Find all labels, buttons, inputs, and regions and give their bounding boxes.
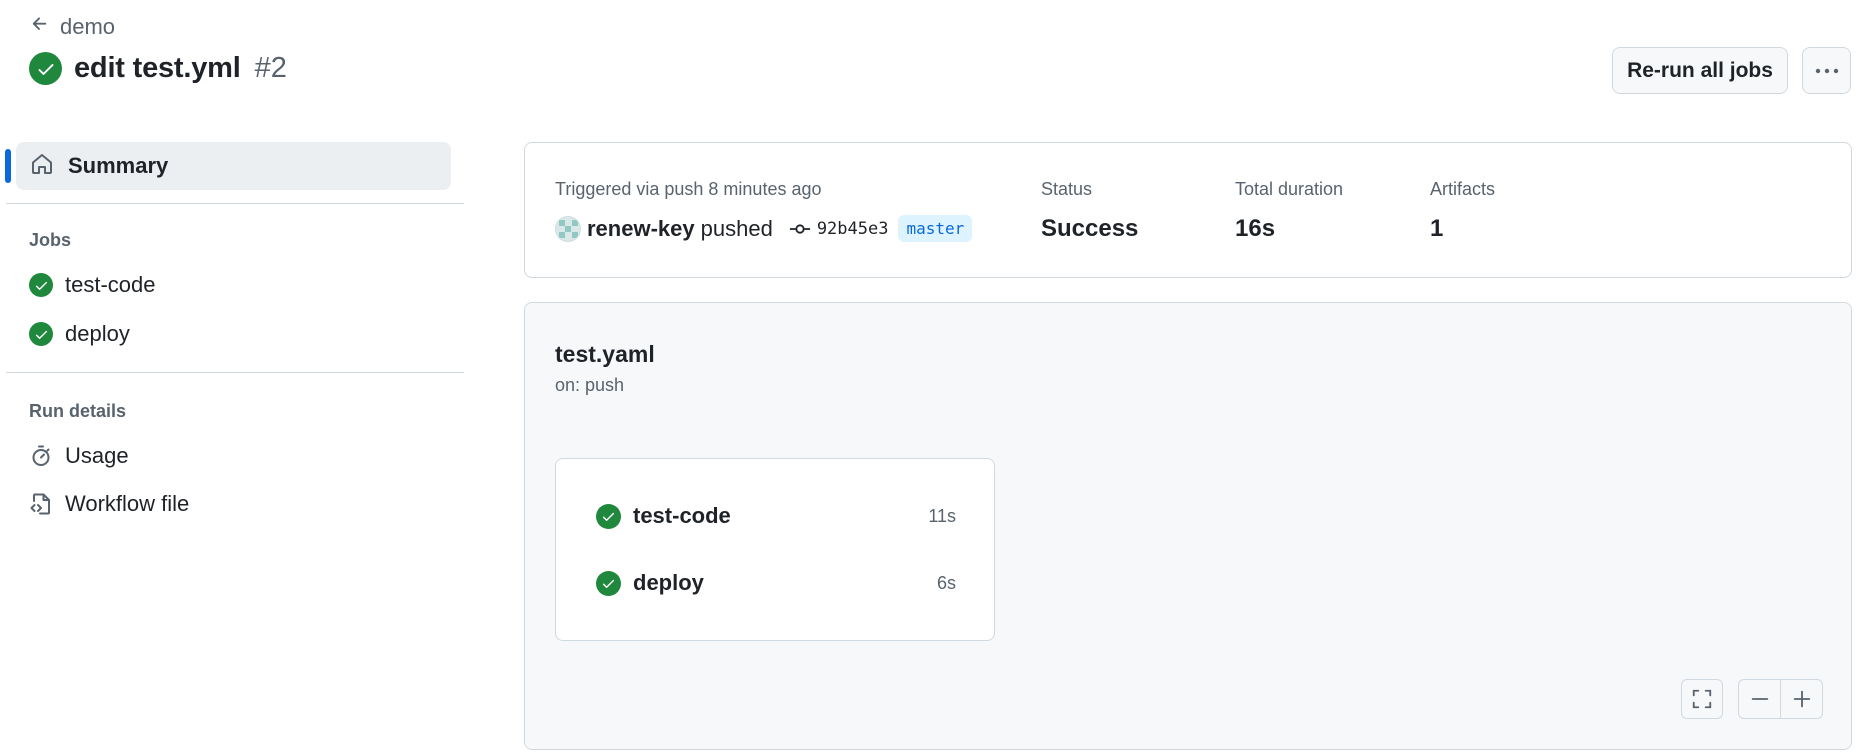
jobs-group: test-code 11s deploy 6s xyxy=(555,458,995,641)
trigger-line: renew-key pushed 92b45e3 master xyxy=(555,215,973,242)
run-number: #2 xyxy=(254,52,287,84)
zoom-out-button[interactable] xyxy=(1739,680,1780,718)
check-circle-icon xyxy=(596,503,621,529)
workflow-name: test.yaml xyxy=(555,341,655,367)
sidebar-item-label: Workflow file xyxy=(65,491,190,516)
workflow-trigger: on: push xyxy=(555,375,625,395)
zoom-controls xyxy=(1738,679,1823,719)
job-node-test-code[interactable]: test-code 11s xyxy=(596,503,956,529)
check-circle-icon xyxy=(29,273,53,297)
trigger-text: Triggered via push 8 minutes ago xyxy=(555,179,822,199)
divider xyxy=(6,372,464,373)
sidebar-item-label: deploy xyxy=(65,321,130,346)
sidebar-item-label: test-code xyxy=(65,272,156,297)
page-title: edit test.yml xyxy=(74,52,241,84)
home-icon xyxy=(30,152,54,181)
workflow-graph-card: test.yaml on: push test-code 11s deploy … xyxy=(524,302,1852,750)
fullscreen-button[interactable] xyxy=(1681,679,1723,719)
job-name: deploy xyxy=(633,570,704,595)
commit-sha-link[interactable]: 92b45e3 xyxy=(817,219,889,239)
sidebar-item-test-code[interactable]: test-code xyxy=(29,272,156,298)
plus-icon xyxy=(1791,688,1813,710)
run-details-heading: Run details xyxy=(29,401,127,421)
arrow-left-icon xyxy=(30,14,50,40)
sidebar-item-label: Usage xyxy=(65,443,129,468)
file-code-icon xyxy=(29,492,53,516)
back-link[interactable]: demo xyxy=(30,14,115,40)
artifacts-label: Artifacts xyxy=(1430,179,1496,199)
avatar[interactable] xyxy=(555,215,581,242)
job-duration: 6s xyxy=(936,572,956,593)
duration-value: 16s xyxy=(1235,215,1276,242)
jobs-heading: Jobs xyxy=(29,230,72,250)
sidebar-item-workflow-file[interactable]: Workflow file xyxy=(29,491,189,517)
actor-link[interactable]: renew-key xyxy=(587,216,695,242)
zoom-in-button[interactable] xyxy=(1780,680,1822,718)
more-options-button[interactable] xyxy=(1802,47,1851,94)
check-circle-icon xyxy=(596,570,621,596)
duration-label: Total duration xyxy=(1235,179,1344,199)
sidebar-item-summary[interactable]: Summary xyxy=(16,142,451,190)
action-text: pushed xyxy=(700,215,773,241)
rerun-all-jobs-button[interactable]: Re-run all jobs xyxy=(1612,47,1788,94)
status-label: Status xyxy=(1041,179,1093,199)
artifacts-value[interactable]: 1 xyxy=(1430,215,1443,243)
sidebar-item-label: Summary xyxy=(68,153,169,178)
stopwatch-icon xyxy=(29,444,53,468)
sidebar-item-usage[interactable]: Usage xyxy=(29,443,129,469)
job-node-deploy[interactable]: deploy 6s xyxy=(596,570,956,596)
divider xyxy=(6,203,464,204)
branch-label[interactable]: master xyxy=(898,215,973,242)
run-title-row: edit test.yml #2 xyxy=(29,52,287,85)
kebab-horizontal-icon xyxy=(1814,63,1840,78)
sidebar-item-deploy[interactable]: deploy xyxy=(29,321,130,347)
check-circle-icon xyxy=(29,52,62,85)
active-indicator xyxy=(5,149,11,183)
screen-full-icon xyxy=(1691,688,1713,710)
run-summary-card: Triggered via push 8 minutes ago renew-k… xyxy=(524,142,1852,278)
check-circle-icon xyxy=(29,322,53,346)
job-name: test-code xyxy=(633,503,731,528)
job-duration: 11s xyxy=(928,505,956,526)
git-commit-icon xyxy=(789,218,811,240)
status-value: Success xyxy=(1041,215,1139,242)
back-link-label: demo xyxy=(60,14,116,39)
minus-icon xyxy=(1749,688,1771,710)
